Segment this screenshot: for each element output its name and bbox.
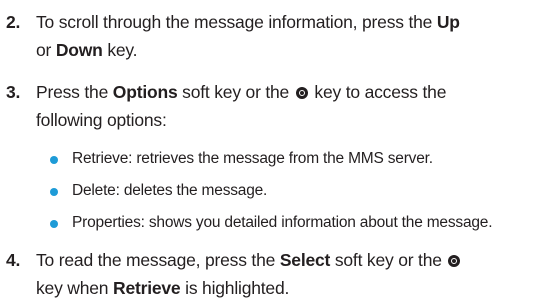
bullet-dot-icon [50, 156, 58, 164]
step-text: To read the message, press the [36, 250, 280, 270]
step-text: soft key or the [177, 82, 294, 102]
list-item-text: Delete: deletes the message. [72, 182, 268, 199]
ok-key-icon [295, 87, 308, 99]
step-number: 3. [6, 82, 21, 102]
list-item-text: Properties: shows you detailed informati… [72, 214, 493, 231]
ok-key-icon [448, 255, 461, 267]
step-text: Press the [36, 82, 113, 102]
key-name: Down [55, 40, 103, 60]
step-2: 2. To scroll through the message informa… [0, 8, 543, 64]
step-text: To scroll through the message informatio… [36, 12, 437, 32]
step-3: 3. Press the Options soft key or the key… [0, 78, 543, 134]
step-text: is highlighted. [180, 278, 290, 298]
step-number: 4. [6, 250, 21, 270]
step-text-line: Press the Options soft key or the key to… [36, 78, 543, 106]
step-text: or [36, 40, 56, 60]
step-text-line: To scroll through the message informatio… [36, 8, 543, 36]
step-4: 4. To read the message, press the Select… [0, 246, 543, 302]
step-text: key when [36, 278, 113, 298]
list-item-delete: Delete: deletes the message. [50, 180, 543, 202]
step-number: 2. [6, 12, 21, 32]
key-name: Select [279, 250, 331, 270]
list-item-properties: Properties: shows you detailed informati… [50, 212, 543, 234]
list-item-retrieve: Retrieve: retrieves the message from the… [50, 148, 543, 170]
manual-page: 2. To scroll through the message informa… [0, 0, 543, 306]
bullet-dot-icon [50, 220, 58, 228]
step-text-line: following options: [36, 110, 167, 130]
key-name: Options [112, 82, 178, 102]
step-text: key. [102, 40, 138, 60]
step-text-line: To read the message, press the Select so… [36, 246, 543, 274]
step-text: key to access the [309, 82, 447, 102]
step-text-line: or Down key. [36, 36, 543, 64]
bullet-dot-icon [50, 188, 58, 196]
key-name: Retrieve [113, 278, 181, 298]
step-text-line: key when Retrieve is highlighted. [36, 274, 543, 302]
key-name: Up [436, 12, 460, 32]
list-item-text: Retrieve: retrieves the message from the… [72, 150, 433, 167]
step-text: soft key or the [330, 250, 447, 270]
